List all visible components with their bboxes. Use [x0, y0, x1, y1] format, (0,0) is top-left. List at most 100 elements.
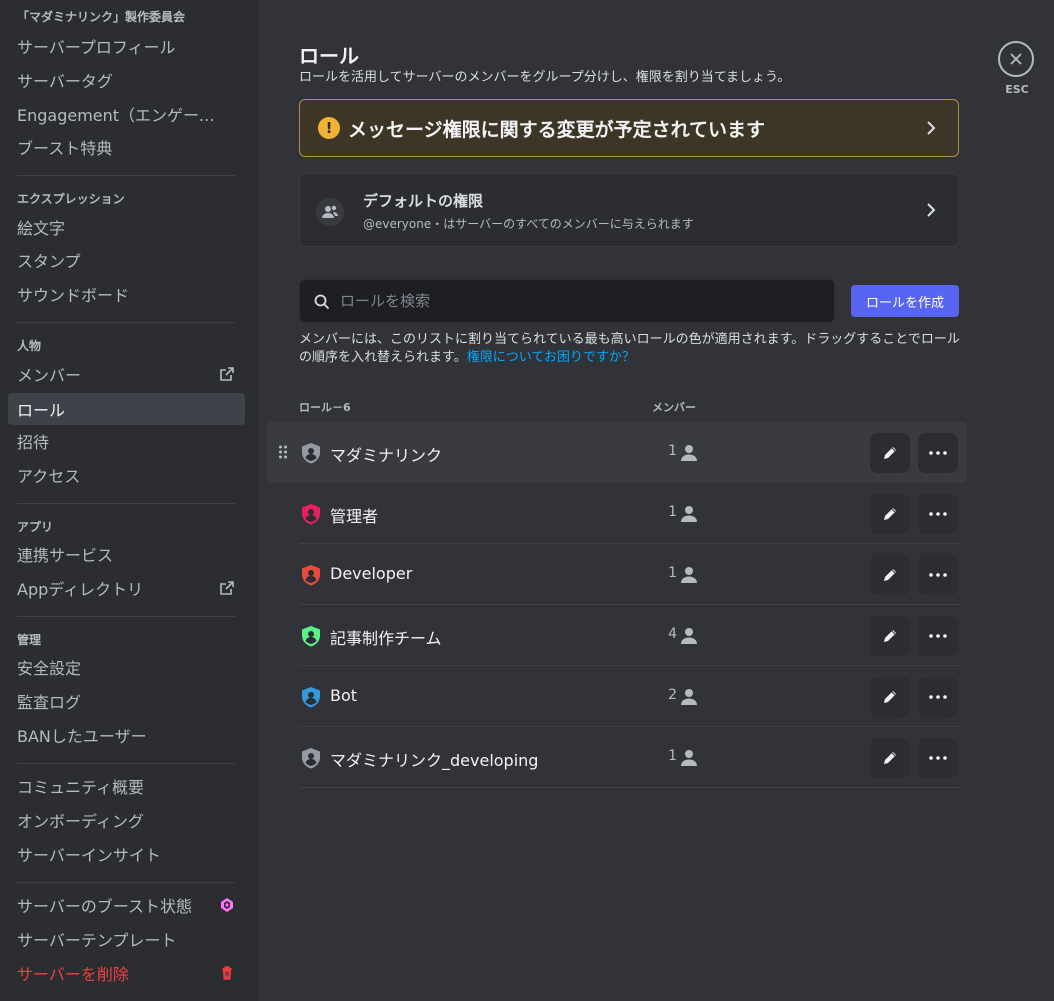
sidebar-divider [17, 322, 235, 323]
pencil-icon [884, 630, 896, 642]
sidebar-divider [17, 616, 235, 617]
esc-label: ESC [1005, 83, 1029, 96]
pencil-icon [884, 752, 896, 764]
edit-role-button[interactable] [870, 494, 910, 534]
role-more-button[interactable] [918, 433, 958, 473]
role-shield-icon [302, 504, 320, 525]
member-icon [681, 689, 697, 705]
member-count: 1 [668, 565, 677, 581]
sidebar-item-safety[interactable]: 安全設定 [8, 651, 245, 683]
roles-content: ロール ロールを活用してサーバーのメンバーをグループ分けし、権限を割り当てましょ… [259, 0, 1054, 1001]
role-more-button[interactable] [918, 738, 958, 778]
role-name: Bot [330, 686, 358, 705]
close-settings[interactable]: ESC [998, 41, 1036, 96]
notice-text: メッセージ権限に関する変更が予定されています [348, 118, 766, 141]
edit-role-button[interactable] [870, 616, 910, 656]
boost-gem-icon [221, 898, 233, 912]
permissions-help-link[interactable]: 権限についてお困りですか？ [467, 350, 635, 365]
member-icon [681, 750, 697, 766]
drag-handle-icon[interactable] [278, 444, 288, 460]
sidebar-item-community-overview[interactable]: コミュニティ概要 [8, 770, 245, 802]
section-people: 人物 [17, 339, 42, 353]
more-dots-icon [929, 451, 947, 455]
search-input[interactable] [340, 280, 820, 322]
member-count: 1 [668, 504, 677, 520]
role-color-hint: メンバーには、このリストに割り当てられている最も高いロールの色が適用されます。ド… [299, 331, 961, 367]
sidebar-item-server-tag[interactable]: サーバータグ [8, 64, 245, 96]
chevron-right-icon [927, 203, 936, 217]
sidebar-item-bans[interactable]: BANしたユーザー [8, 719, 245, 751]
role-shield-icon [302, 626, 320, 647]
role-row[interactable]: 記事制作チーム 4 [299, 605, 959, 666]
member-icon [681, 445, 697, 461]
role-more-button[interactable] [918, 555, 958, 595]
role-name: マダミナリンク [330, 446, 443, 465]
sidebar-item-soundboard[interactable]: サウンドボード [8, 278, 245, 310]
role-row[interactable]: Bot 2 [299, 666, 959, 727]
permission-change-notice[interactable]: ! メッセージ権限に関する変更が予定されています [299, 99, 959, 157]
section-moderation: 管理 [17, 633, 42, 647]
sidebar-item-app-directory[interactable]: Appディレクトリ [8, 572, 245, 604]
more-dots-icon [929, 573, 947, 577]
more-dots-icon [929, 512, 947, 516]
edit-role-button[interactable] [870, 738, 910, 778]
role-more-button[interactable] [918, 616, 958, 656]
external-link-icon [220, 367, 234, 381]
sidebar-item-onboarding[interactable]: オンボーディング [8, 804, 245, 836]
section-expressions: エクスプレッション [17, 192, 125, 206]
sidebar-item-server-profile[interactable]: サーバープロフィール [8, 30, 245, 62]
more-dots-icon [929, 756, 947, 760]
sidebar-item-delete-server[interactable]: サーバーを削除 [8, 957, 245, 989]
role-row[interactable]: マダミナリンク 1 [267, 422, 967, 483]
role-row[interactable]: Developer 1 [299, 544, 959, 605]
external-link-icon [220, 581, 234, 595]
close-button[interactable] [998, 41, 1034, 77]
sidebar-item-invites[interactable]: 招待 [8, 425, 245, 457]
default-permissions-title: デフォルトの権限 [363, 192, 484, 210]
sidebar-item-audit-log[interactable]: 監査ログ [8, 685, 245, 717]
sidebar-item-engagement[interactable]: Engagement（エンゲージメント） [8, 98, 245, 130]
sidebar-divider [17, 763, 235, 764]
pencil-icon [884, 508, 896, 520]
role-more-button[interactable] [918, 494, 958, 534]
sidebar-item-members[interactable]: メンバー [8, 358, 245, 390]
sidebar-item-access[interactable]: アクセス [8, 459, 245, 491]
sidebar-item-insights[interactable]: サーバーインサイト [8, 838, 245, 870]
trash-icon [222, 966, 232, 980]
role-more-button[interactable] [918, 677, 958, 717]
more-dots-icon [929, 695, 947, 699]
sidebar-divider [17, 175, 235, 176]
member-icon [681, 628, 697, 644]
members-column-header: メンバー [652, 401, 696, 414]
member-count: 4 [668, 626, 677, 642]
more-dots-icon [929, 634, 947, 638]
pencil-icon [884, 691, 896, 703]
member-count: 2 [668, 687, 677, 703]
sidebar-item-integrations[interactable]: 連携サービス [8, 538, 245, 570]
sidebar-item-roles[interactable]: ロール [8, 393, 245, 425]
edit-role-button[interactable] [870, 555, 910, 595]
roles-column-header: ロール－6 [299, 401, 351, 414]
sidebar-item-server-template[interactable]: サーバーテンプレート [8, 923, 245, 955]
member-count: 1 [668, 748, 677, 764]
sidebar-item-stickers[interactable]: スタンプ [8, 244, 245, 276]
role-row[interactable]: マダミナリンク_developing 1 [299, 727, 959, 788]
chevron-right-icon [927, 121, 936, 135]
edit-role-button[interactable] [870, 433, 910, 473]
role-name: 管理者 [330, 507, 379, 526]
sidebar-item-emoji[interactable]: 絵文字 [8, 211, 245, 243]
role-shield-icon [302, 443, 320, 464]
member-icon [681, 567, 697, 583]
edit-role-button[interactable] [870, 677, 910, 717]
sidebar-item-boost-perks[interactable]: ブースト特典 [8, 131, 245, 163]
member-count: 1 [668, 443, 677, 459]
members-group-icon [316, 198, 344, 226]
create-role-button[interactable]: ロールを作成 [851, 285, 959, 317]
settings-sidebar: 「マダミナリンク」製作委員会 サーバープロフィール サーバータグ Engagem… [0, 0, 259, 1001]
default-permissions-card[interactable]: デフォルトの権限 @everyone・はサーバーのすべてのメンバーに与えられます [299, 173, 959, 247]
role-shield-icon [302, 565, 320, 586]
search-icon [314, 294, 330, 310]
sidebar-divider [17, 882, 235, 883]
role-row[interactable]: 管理者 1 [299, 483, 959, 544]
sidebar-item-boost-status[interactable]: サーバーのブースト状態 [8, 889, 245, 921]
